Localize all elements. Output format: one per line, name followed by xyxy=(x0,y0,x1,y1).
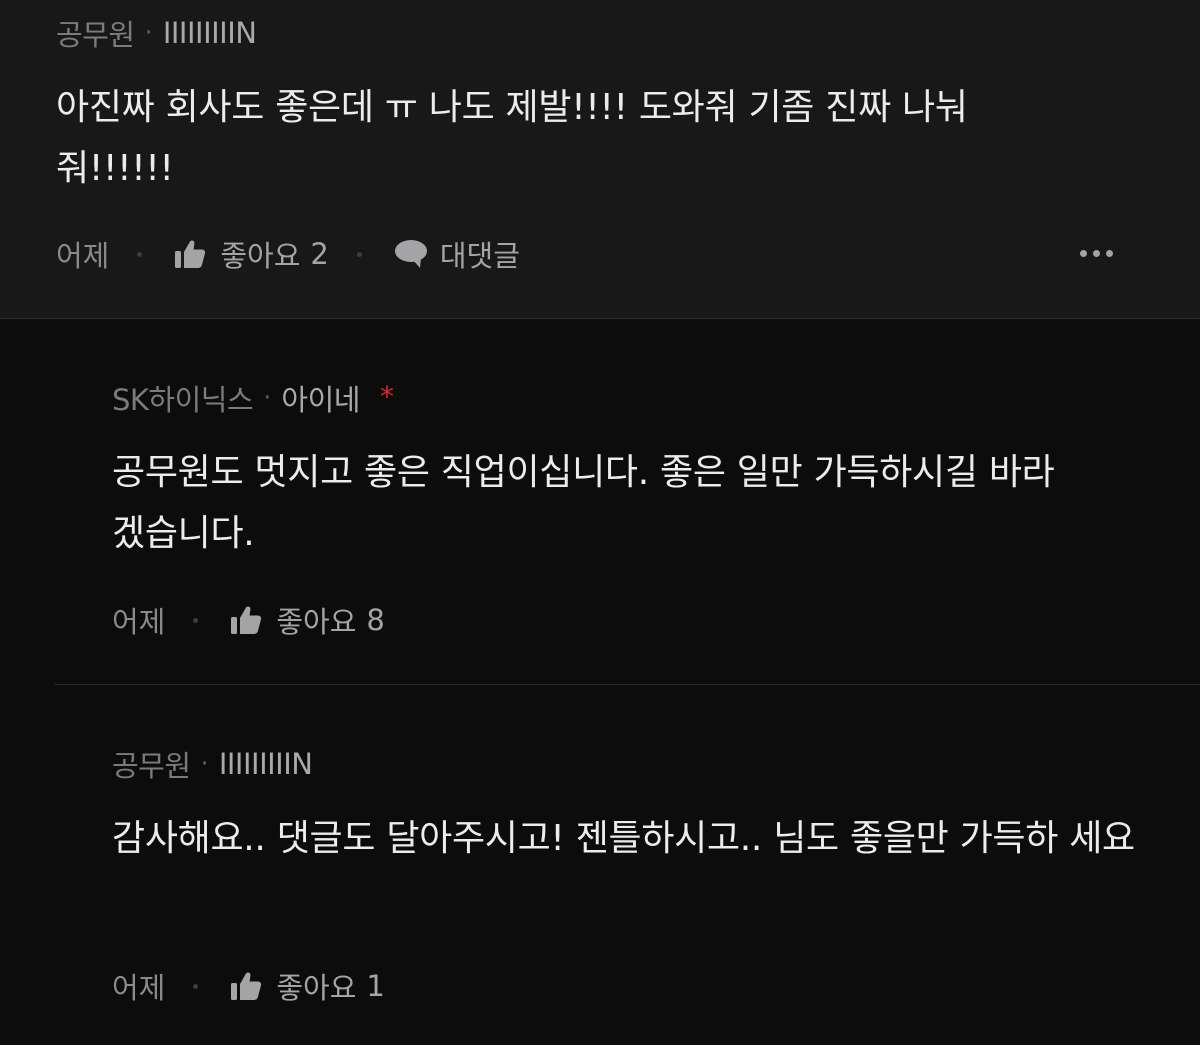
thumbs-up-icon xyxy=(174,239,206,269)
comment-actions: 어제 좋아요 1 xyxy=(112,964,385,1008)
more-dots-icon xyxy=(1093,250,1100,257)
author-nickname[interactable]: IIIIIIIIIN xyxy=(163,16,257,50)
like-label: 좋아요 xyxy=(276,971,357,1005)
meta-separator: · xyxy=(200,749,209,779)
more-dots-icon xyxy=(1080,250,1087,257)
comment-divider xyxy=(0,318,1200,319)
comment-meta: 공무원 · IIIIIIIIIN xyxy=(56,13,1066,53)
comment-text: 공무원도 멋지고 좋은 직업이십니다. 좋은 일만 가득하시길 바라 겠습니다. xyxy=(112,452,1055,554)
action-separator xyxy=(137,251,143,257)
reply-divider xyxy=(55,684,1200,685)
action-separator xyxy=(193,617,199,623)
meta-separator: · xyxy=(263,383,272,413)
more-options-button[interactable] xyxy=(1080,250,1113,257)
like-button[interactable]: 좋아요 2 xyxy=(174,233,329,275)
author-company: 공무원 xyxy=(56,18,135,52)
like-label: 좋아요 xyxy=(220,239,301,273)
thumbs-up-icon xyxy=(230,971,262,1001)
action-separator xyxy=(356,251,362,257)
comment-text: 감사해요.. 댓글도 달아주시고! 젠틀하시고.. 님도 좋을만 가득하 세요 xyxy=(112,818,1135,859)
author-company: 공무원 xyxy=(112,749,191,783)
like-count: 2 xyxy=(310,237,329,271)
comment-time: 어제 xyxy=(112,605,166,639)
reply-comment: SK하이닉스 · 아이네 * 공무원도 멋지고 좋은 직업이십니다. 좋은 일만… xyxy=(112,378,1162,564)
comment-meta: 공무원 · IIIIIIIIIN xyxy=(112,744,1162,784)
comment-meta: SK하이닉스 · 아이네 * xyxy=(112,378,1162,418)
like-button[interactable]: 좋아요 8 xyxy=(230,599,385,641)
comment-thread: 공무원 · IIIIIIIIIN 아진짜 회사도 좋은데 ㅠ 나도 제발!!!!… xyxy=(0,0,1200,1045)
comment-time: 어제 xyxy=(112,971,166,1005)
comment-time: 어제 xyxy=(56,239,110,273)
like-count: 8 xyxy=(366,603,385,637)
meta-separator: · xyxy=(144,18,153,48)
like-count: 1 xyxy=(366,969,385,1003)
reply-label: 대댓글 xyxy=(439,239,520,273)
author-company: SK하이닉스 xyxy=(112,383,254,417)
comment-actions: 어제 좋아요 8 xyxy=(112,598,385,642)
action-separator xyxy=(193,983,199,989)
comment: 공무원 · IIIIIIIIIN 아진짜 회사도 좋은데 ㅠ 나도 제발!!!!… xyxy=(56,13,1066,199)
speech-bubble-icon xyxy=(394,239,428,269)
like-button[interactable]: 좋아요 1 xyxy=(230,965,385,1007)
author-badge: * xyxy=(379,379,394,413)
author-nickname[interactable]: IIIIIIIIIN xyxy=(219,747,313,781)
like-label: 좋아요 xyxy=(276,605,357,639)
comment-actions: 어제 좋아요 2 대댓글 xyxy=(56,232,520,276)
more-dots-icon xyxy=(1106,250,1113,257)
reply-button[interactable]: 대댓글 xyxy=(394,233,520,275)
comment-text: 아진짜 회사도 좋은데 ㅠ 나도 제발!!!! 도와줘 기좀 진짜 나눠 줘!!… xyxy=(56,87,968,189)
reply-comment: 공무원 · IIIIIIIIIN 감사해요.. 댓글도 달아주시고! 젠틀하시고… xyxy=(112,744,1162,869)
thumbs-up-icon xyxy=(230,605,262,635)
author-nickname[interactable]: 아이네 xyxy=(281,377,360,419)
